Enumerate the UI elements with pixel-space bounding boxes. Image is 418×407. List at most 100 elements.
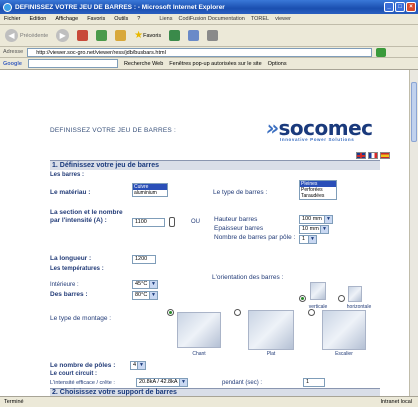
page-viewport: DEFINISSEZ VOTRE JEU DE BARRES : »socome… xyxy=(0,70,418,396)
status-bar: Terminé Intranet local xyxy=(0,396,418,407)
socomec-logo: »socomec Innovative Power Solutions xyxy=(266,116,390,142)
history-icon xyxy=(169,30,181,41)
bars-temp-label: Des barres : xyxy=(50,291,88,298)
menu-file[interactable]: Fichier xyxy=(4,16,21,22)
poles-value: 4 xyxy=(133,362,137,368)
bars-label: Les barres : xyxy=(50,172,85,178)
mounting-edge-label: Chant xyxy=(192,351,206,357)
links-bar: Liens CodiFusion Documentation TOREL vie… xyxy=(159,16,291,22)
flat-mount-image xyxy=(248,310,294,350)
refresh-icon xyxy=(96,30,108,41)
popup-blocker-label[interactable]: Fenêtres pop-up autorisées sur le site xyxy=(169,61,261,67)
print-button[interactable] xyxy=(205,28,220,44)
link-torel[interactable]: TOREL xyxy=(251,16,269,22)
bars-per-pole-label: Nombre de barres par pôle : xyxy=(214,234,296,241)
go-button[interactable] xyxy=(376,47,387,57)
home-button[interactable] xyxy=(113,28,128,44)
page-title: DEFINISSEZ VOTRE JEU DE BARRES : xyxy=(50,127,176,134)
orientation-horizontal-radio[interactable] xyxy=(338,295,345,302)
language-flags xyxy=(356,152,390,159)
google-options[interactable]: Options xyxy=(268,61,287,67)
bar-type-option-tapped[interactable]: Taraudées xyxy=(300,193,336,199)
material-option-aluminium[interactable]: aluminium xyxy=(133,190,167,196)
menu-favorites[interactable]: Favoris xyxy=(87,16,105,22)
flag-uk-icon[interactable] xyxy=(356,152,366,159)
icc-select[interactable]: 20.8kA / 42.8kA ▼ xyxy=(136,378,188,387)
history-button[interactable] xyxy=(167,28,182,44)
chevron-down-icon: ▼ xyxy=(149,292,157,299)
favorites-label: Favoris xyxy=(143,32,162,39)
thickness-value: 10 mm xyxy=(302,226,319,232)
google-toolbar: Google Recherche Web Fenêtres pop-up aut… xyxy=(0,58,418,70)
thickness-label: Epaisseur barres xyxy=(214,225,264,232)
mounting-flat-radio[interactable] xyxy=(234,309,241,316)
temperatures-label: Les températures : xyxy=(50,266,104,272)
mounting-flat-label: Plat xyxy=(266,351,276,357)
status-left: Terminé xyxy=(4,399,24,405)
poles-label: Le nombre de pôles : xyxy=(50,362,116,369)
material-listbox[interactable]: Cuivre aluminium xyxy=(132,183,168,197)
thickness-select[interactable]: 10 mm ▼ xyxy=(299,225,329,234)
link-codifusion[interactable]: CodiFusion Documentation xyxy=(179,16,245,22)
address-input[interactable]: http://viewer.soc-gro.net/viewer/ress/jd… xyxy=(27,47,373,57)
logo-mark-icon: » xyxy=(266,116,279,140)
address-url: http://viewer.soc-gro.net/viewer/ress/jd… xyxy=(36,49,166,56)
mail-button[interactable] xyxy=(186,28,201,44)
favorites-button[interactable]: ★ Favoris xyxy=(132,28,163,44)
horizontal-busbar-icon xyxy=(348,286,362,302)
menu-edit[interactable]: Edition xyxy=(30,16,47,22)
interior-temp-select[interactable]: 45°C ▼ xyxy=(132,280,158,289)
menu-tools[interactable]: Outils xyxy=(114,16,128,22)
height-label: Hauteur barres xyxy=(214,216,258,223)
stop-button[interactable] xyxy=(75,28,90,44)
orientation-vertical-radio[interactable] xyxy=(299,295,306,302)
mounting-edge-radio[interactable] xyxy=(167,309,174,316)
material-label: Le matériau : xyxy=(50,189,91,196)
menu-help[interactable]: ? xyxy=(137,16,140,22)
forward-button[interactable]: ▶ xyxy=(54,28,71,44)
back-button[interactable]: ◀ Précédente xyxy=(3,28,50,44)
height-select[interactable]: 100 mm ▼ xyxy=(299,215,333,224)
browser-toolbar: ◀ Précédente ▶ ★ Favoris xyxy=(0,25,418,47)
refresh-button[interactable] xyxy=(94,28,109,44)
stop-icon xyxy=(77,30,89,41)
mounting-staircase-radio[interactable] xyxy=(308,309,315,316)
back-label: Précédente xyxy=(20,32,49,39)
length-input[interactable]: 1200 xyxy=(132,255,156,264)
window-titlebar[interactable]: DEFINISSEZ VOTRE JEU DE BARRES : - Micro… xyxy=(0,0,418,14)
chevron-down-icon: ▼ xyxy=(179,379,187,386)
close-button[interactable]: × xyxy=(406,2,416,12)
icc-value: 20.8kA / 42.8kA xyxy=(139,379,178,385)
poles-select[interactable]: 4 ▼ xyxy=(130,361,146,370)
duration-input[interactable]: 1 xyxy=(303,378,325,387)
bars-temp-value: 80°C xyxy=(135,292,148,298)
or-label: OU xyxy=(191,219,200,225)
bars-temp-select[interactable]: 80°C ▼ xyxy=(132,291,158,300)
vertical-scrollbar[interactable] xyxy=(409,70,418,396)
google-search-button[interactable]: Recherche Web xyxy=(124,61,163,67)
intensity-input[interactable]: 1100 xyxy=(132,218,165,227)
short-circuit-label: Le court circuit : xyxy=(50,371,98,377)
links-label: Liens xyxy=(159,16,173,22)
chevron-down-icon: ▼ xyxy=(324,216,332,223)
google-search-input[interactable] xyxy=(27,59,118,68)
scrollbar-thumb[interactable] xyxy=(411,82,417,142)
print-icon xyxy=(207,30,219,41)
intensity-label: par l'intensité (A) : xyxy=(50,217,107,224)
minimize-button[interactable]: _ xyxy=(384,2,394,12)
edge-mount-image xyxy=(177,312,221,348)
chevron-down-icon: ▼ xyxy=(320,226,328,233)
intensity-info-icon[interactable] xyxy=(169,217,175,227)
chevron-down-icon: ▼ xyxy=(137,362,145,369)
flag-fr-icon[interactable] xyxy=(368,152,378,159)
bar-type-listbox[interactable]: Pleines Perforées Taraudées xyxy=(299,180,337,200)
mounting-label: Le type de montage : xyxy=(50,315,112,322)
window-title: DEFINISSEZ VOTRE JEU DE BARRES : - Micro… xyxy=(15,3,225,11)
bars-per-pole-select[interactable]: 1 ▼ xyxy=(299,235,317,244)
staircase-mount-image xyxy=(322,310,366,350)
link-viewer[interactable]: viewer xyxy=(275,16,291,22)
flag-es-icon[interactable] xyxy=(380,152,390,159)
maximize-button[interactable]: □ xyxy=(395,2,405,12)
menu-view[interactable]: Affichage xyxy=(55,16,78,22)
menu-bar: Fichier Edition Affichage Favoris Outils… xyxy=(0,14,418,25)
